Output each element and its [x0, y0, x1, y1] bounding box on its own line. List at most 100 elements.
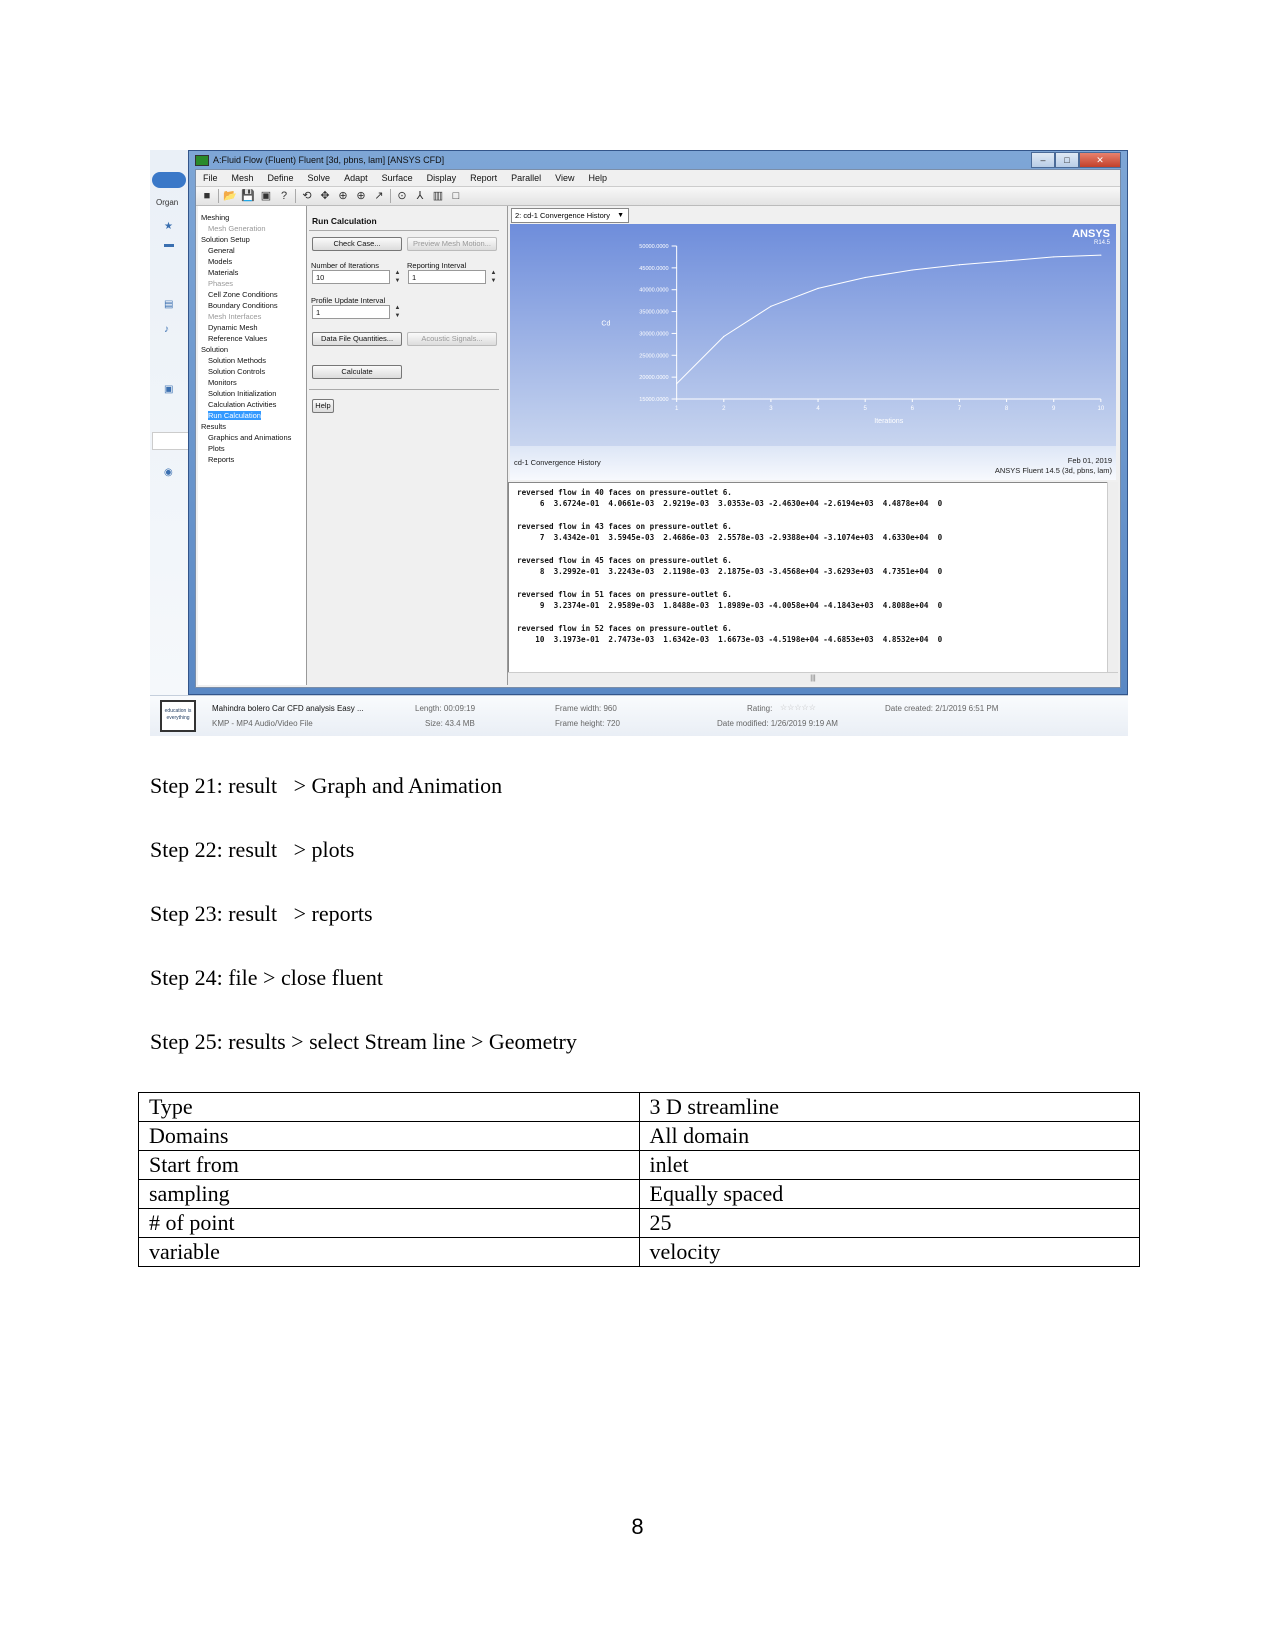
menu-define[interactable]: Define — [261, 170, 301, 186]
tree-item-solution-initialization[interactable]: Solution Initialization — [198, 388, 306, 399]
table-key: variable — [138, 1237, 640, 1267]
minimize-button[interactable]: – — [1031, 152, 1055, 168]
help-icon[interactable]: ? — [277, 189, 291, 203]
data-point — [958, 264, 961, 266]
streamline-geometry-table: Type 3 D streamline Domains All domain Start… — [138, 1092, 1140, 1267]
console-message: reversed flow in 45 faces on pressure-ou… — [517, 556, 732, 565]
tree-item-solution-controls[interactable]: Solution Controls — [198, 366, 306, 377]
tree-item-solution-methods[interactable]: Solution Methods — [198, 355, 306, 366]
profile-update-spinner[interactable]: ▲ ▼ — [393, 304, 402, 320]
zoom-fit-icon[interactable]: ⊙ — [395, 189, 409, 203]
y-tick-label: 20000.0000 — [639, 375, 668, 381]
tree-item-phases[interactable]: Phases — [198, 278, 306, 289]
preview-mesh-motion-button[interactable]: Preview Mesh Motion... — [407, 237, 497, 251]
step-23: Step 23: result > reports — [150, 901, 373, 926]
menu-file[interactable]: File — [196, 170, 225, 186]
zoom-in-icon[interactable]: ⊕ — [336, 189, 350, 203]
tree-item-solution-setup[interactable]: Solution Setup — [198, 234, 306, 245]
tree-item-meshing[interactable]: Meshing — [198, 212, 306, 223]
rotate-icon[interactable]: ⟲ — [300, 189, 314, 203]
back-forward-icon[interactable] — [152, 172, 186, 188]
iterations-label: Number of Iterations — [311, 261, 379, 270]
menu-adapt[interactable]: Adapt — [337, 170, 375, 186]
console-residual-row: 9 3.2374e-01 2.9589e-03 1.8488e-03 1.898… — [517, 601, 943, 610]
x-tick-label: 6 — [911, 406, 915, 412]
calculate-button[interactable]: Calculate — [312, 365, 402, 379]
tree-item-boundary-conditions[interactable]: Boundary Conditions — [198, 300, 306, 311]
help-button[interactable]: Help — [312, 399, 334, 413]
console-vertical-scrollbar[interactable] — [1107, 482, 1118, 673]
layout-icon[interactable]: ▥ — [431, 189, 445, 203]
maximize-button[interactable]: □ — [1055, 152, 1079, 168]
tree-item-solution[interactable]: Solution — [198, 344, 306, 355]
menu-surface[interactable]: Surface — [375, 170, 420, 186]
data-point — [817, 287, 819, 290]
menu-mesh[interactable]: Mesh — [225, 170, 261, 186]
menu-solve[interactable]: Solve — [301, 170, 338, 186]
tree-item-reports[interactable]: Reports — [198, 454, 306, 465]
reporting-interval-spinner[interactable]: ▲ ▼ — [489, 269, 498, 285]
iterations-input[interactable]: 10 — [312, 270, 390, 284]
console-message: reversed flow in 52 faces on pressure-ou… — [517, 624, 732, 633]
profile-update-input[interactable]: 1 — [312, 305, 390, 319]
tree-item-calculation-activities[interactable]: Calculation Activities — [198, 399, 306, 410]
tree-item-general[interactable]: General — [198, 245, 306, 256]
drive-item[interactable] — [152, 432, 190, 450]
y-tick-label: 30000.0000 — [639, 331, 668, 337]
zoom-icon[interactable]: ⊕ — [354, 189, 368, 203]
tree-item-monitors[interactable]: Monitors — [198, 377, 306, 388]
save-icon[interactable]: 💾 — [241, 189, 255, 203]
pan-icon[interactable]: ✥ — [318, 189, 332, 203]
window-title: A:Fluid Flow (Fluent) Fluent [3d, pbns, … — [213, 155, 445, 165]
data-file-quantities-button[interactable]: Data File Quantities... — [312, 332, 402, 346]
iterations-spinner[interactable]: ▲ ▼ — [393, 269, 402, 285]
menu-parallel[interactable]: Parallel — [504, 170, 548, 186]
console-block: reversed flow in 40 faces on pressure-ou… — [517, 487, 1117, 509]
tree-item-materials[interactable]: Materials — [198, 267, 306, 278]
tree-item-cell-zone-conditions[interactable]: Cell Zone Conditions — [198, 289, 306, 300]
tree-item-graphics-and-animations[interactable]: Graphics and Animations — [198, 432, 306, 443]
menu-view[interactable]: View — [548, 170, 581, 186]
menu-help[interactable]: Help — [582, 170, 615, 186]
graphics-window-select[interactable]: 2: cd-1 Convergence History ▼ — [511, 208, 630, 223]
table-key: sampling — [138, 1179, 640, 1209]
console-message: reversed flow in 40 faces on pressure-ou… — [517, 488, 732, 497]
console-output[interactable]: reversed flow in 40 faces on pressure-ou… — [508, 482, 1118, 673]
open-icon[interactable]: 📂 — [223, 189, 237, 203]
tree-item-results[interactable]: Results — [198, 421, 306, 432]
toolbar: ■ 📂 💾 ▣ ? ⟲ ✥ ⊕ ⊕ ↗ ⊙ ⅄ ▥ □ — [196, 187, 1120, 206]
acoustic-signals-button[interactable]: Acoustic Signals... — [407, 332, 497, 346]
stop-icon[interactable]: ■ — [200, 189, 214, 203]
model-icon[interactable]: ⅄ — [413, 189, 427, 203]
tree-item-models[interactable]: Models — [198, 256, 306, 267]
table-row: Domains All domain — [138, 1121, 1140, 1151]
probe-icon[interactable]: ↗ — [372, 189, 386, 203]
computer-icon: ▣ — [164, 384, 174, 395]
plot-footer-solver: ANSYS Fluent 14.5 (3d, pbns, lam) — [994, 466, 1112, 475]
menu-report[interactable]: Report — [463, 170, 504, 186]
reporting-interval-label: Reporting Interval — [407, 261, 467, 270]
x-tick-label: 7 — [958, 406, 962, 412]
tree-item-dynamic-mesh[interactable]: Dynamic Mesh — [198, 322, 306, 333]
plot-footer: cd-1 Convergence History Feb 01, 2019 ANS… — [510, 446, 1116, 480]
menu-bar: File Mesh Define Solve Adapt Surface Display Re… — [196, 170, 1120, 187]
menu-display[interactable]: Display — [420, 170, 464, 186]
snapshot-icon[interactable]: ▣ — [259, 189, 273, 203]
reporting-interval-input[interactable]: 1 — [408, 270, 486, 284]
console-block: reversed flow in 51 faces on pressure-ou… — [517, 589, 1117, 611]
check-case-button[interactable]: Check Case... — [312, 237, 402, 251]
tree-item-mesh-interfaces[interactable]: Mesh Interfaces — [198, 311, 306, 322]
tree-item-mesh-generation[interactable]: Mesh Generation — [198, 223, 306, 234]
tree-item-plots[interactable]: Plots — [198, 443, 306, 454]
y-tick-label: 25000.0000 — [639, 353, 668, 359]
data-point — [864, 276, 866, 279]
close-button[interactable]: ✕ — [1079, 152, 1121, 168]
rating-stars[interactable]: ☆☆☆☆☆ — [780, 703, 816, 712]
tree-item-run-calculation[interactable]: Run Calculation — [198, 410, 306, 421]
table-row: sampling Equally spaced — [138, 1179, 1140, 1209]
x-tick-label: 10 — [1097, 406, 1104, 412]
x-tick-label: 9 — [1052, 406, 1056, 412]
window-icon[interactable]: □ — [449, 189, 463, 203]
tree-item-reference-values[interactable]: Reference Values — [198, 333, 306, 344]
console-horizontal-scrollbar[interactable]: ||| — [508, 672, 1118, 685]
